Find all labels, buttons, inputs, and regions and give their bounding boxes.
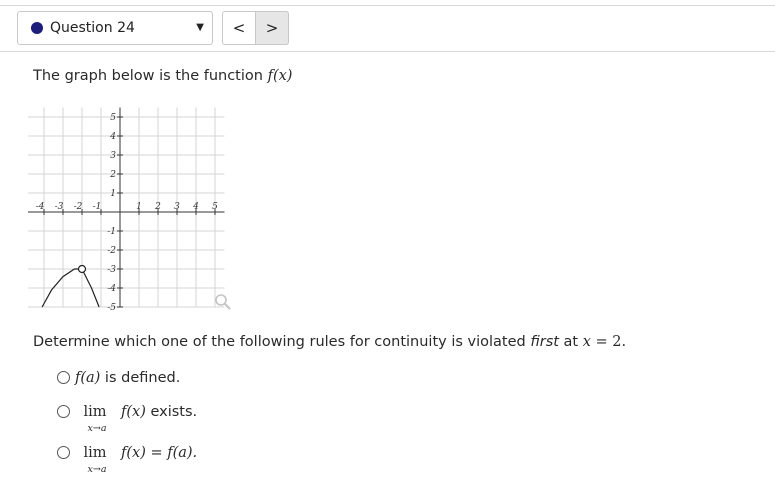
question-text: Determine which one of the following rul… [33, 334, 626, 350]
option-math: f(x) = f(a). [121, 445, 198, 461]
header-divider [0, 51, 775, 52]
y-tick-label: 2 [109, 170, 116, 180]
question-text-start: Determine which one of the following rul… [33, 334, 531, 350]
question-equals: = 2. [590, 334, 627, 350]
option-defined[interactable]: f(a) is defined. [57, 370, 180, 386]
y-tick-label: -2 [107, 246, 116, 256]
x-tick-label: 1 [136, 202, 142, 212]
next-question-button[interactable]: > [255, 11, 289, 45]
option-label: is defined. [100, 370, 181, 386]
magnifier-icon[interactable] [214, 293, 232, 311]
lim-subscript: x→a [87, 423, 107, 434]
option-math: f(x) [121, 404, 146, 420]
limit-notation: lim x→a [75, 445, 115, 475]
top-divider [0, 5, 775, 6]
y-tick-label: 4 [109, 132, 116, 142]
y-tick-label: -4 [107, 284, 116, 294]
x-tick-label: -2 [74, 202, 83, 212]
y-tick-label: -3 [107, 265, 116, 275]
function-graph: -5-4-3-2-11234554321-1-2-3-4-5 [28, 107, 225, 312]
x-tick-label: 4 [192, 202, 199, 212]
prompt-label: The graph below is the function [33, 68, 268, 84]
open-point [77, 264, 87, 274]
x-tick-label: 2 [154, 202, 161, 212]
question-italic: first [530, 334, 559, 350]
radio-button[interactable] [57, 404, 70, 418]
lim-word: lim [83, 404, 107, 420]
question-select-label: Question 24 [50, 20, 135, 36]
option-limit-exists[interactable]: lim x→a f(x) exists. [57, 404, 198, 434]
question-nav-group: < > [222, 11, 290, 45]
lim-subscript: x→a [87, 464, 107, 475]
caret-down-icon: ▼ [196, 22, 204, 33]
prompt-text: The graph below is the function f(x) [33, 68, 292, 84]
x-tick-label: -4 [36, 202, 45, 212]
y-tick-label: 3 [110, 151, 116, 161]
prompt-function: f(x) [267, 68, 293, 84]
y-tick-label: 1 [110, 189, 116, 199]
lim-word: lim [83, 445, 107, 461]
y-tick-label: -1 [107, 227, 116, 237]
option-math: f(a) [75, 370, 101, 386]
x-tick-label: 5 [212, 202, 218, 212]
radio-button[interactable] [57, 445, 70, 459]
option-label: exists. [145, 404, 198, 420]
previous-question-button[interactable]: < [222, 11, 256, 45]
question-var: x [582, 334, 591, 350]
x-tick-label: 3 [174, 202, 180, 212]
x-tick-label: -1 [93, 202, 102, 212]
x-tick-label: -3 [55, 202, 64, 212]
question-text-at: at [558, 334, 583, 350]
option-limit-equals[interactable]: lim x→a f(x) = f(a). [57, 445, 198, 475]
question-select[interactable]: Question 24 ▼ [17, 11, 213, 45]
y-tick-label: -5 [107, 303, 116, 312]
limit-notation: lim x→a [75, 404, 115, 434]
radio-button[interactable] [57, 370, 70, 384]
status-dot [31, 22, 43, 34]
y-tick-label: 5 [110, 113, 116, 123]
